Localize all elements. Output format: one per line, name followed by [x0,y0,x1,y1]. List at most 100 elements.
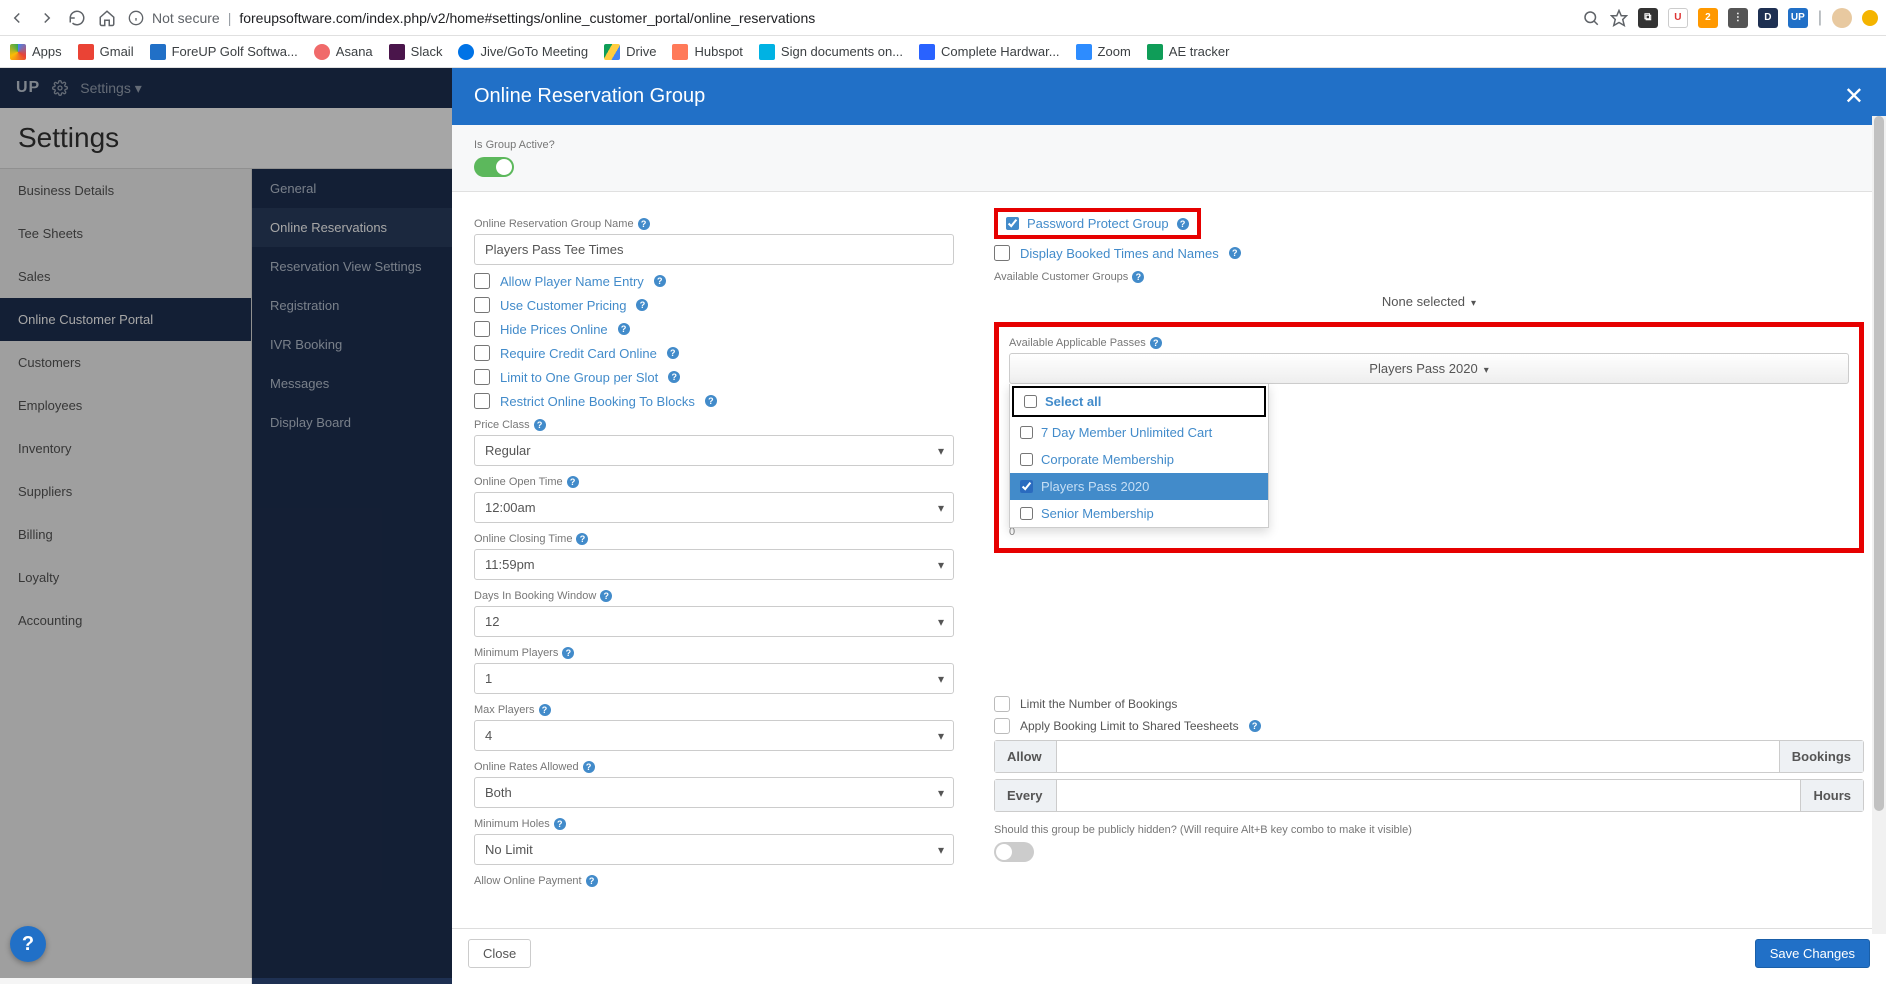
back-icon[interactable] [8,9,26,27]
bm-asana[interactable]: Asana [314,44,373,60]
cb-restrict-blocks[interactable] [474,393,490,409]
nav-employees[interactable]: Employees [0,384,251,427]
nav-tee-sheets[interactable]: Tee Sheets [0,212,251,255]
nav-business-details[interactable]: Business Details [0,169,251,212]
days-booking-select[interactable] [474,606,954,637]
help-icon[interactable]: ? [638,218,650,230]
is-active-toggle[interactable] [474,157,514,177]
sub-display-board[interactable]: Display Board [252,403,452,442]
sub-registration[interactable]: Registration [252,286,452,325]
help-bubble[interactable]: ? [10,926,46,962]
help-icon[interactable]: ? [654,275,666,287]
lbl-hide-prices[interactable]: Hide Prices Online [500,322,608,337]
help-icon[interactable]: ? [562,647,574,659]
help-icon[interactable]: ? [1150,337,1162,349]
bm-zoom[interactable]: Zoom [1076,44,1131,60]
lbl-restrict-blocks[interactable]: Restrict Online Booking To Blocks [500,394,695,409]
pass-option-2[interactable]: Players Pass 2020 [1010,473,1268,500]
online-rates-select[interactable] [474,777,954,808]
pass-option-3[interactable]: Senior Membership [1010,500,1268,527]
nav-sales[interactable]: Sales [0,255,251,298]
ext-icon-2[interactable]: U [1668,8,1688,28]
open-time-select[interactable] [474,492,954,523]
cb-password-protect[interactable] [1006,217,1019,230]
lbl-display-booked[interactable]: Display Booked Times and Names [1020,246,1219,261]
close-button[interactable]: Close [468,939,531,968]
sub-ivr[interactable]: IVR Booking [252,325,452,364]
help-icon[interactable]: ? [567,476,579,488]
sub-online-res[interactable]: Online Reservations [252,208,452,247]
top-settings-link[interactable]: Settings ▾ [80,80,142,97]
hidden-toggle[interactable] [994,842,1034,862]
min-holes-select[interactable] [474,834,954,865]
ext-icon-5[interactable]: D [1758,8,1778,28]
cb-display-booked[interactable] [994,245,1010,261]
help-icon[interactable]: ? [667,347,679,359]
bm-gmail[interactable]: Gmail [78,44,134,60]
lbl-customer-pricing[interactable]: Use Customer Pricing [500,298,626,313]
forward-icon[interactable] [38,9,56,27]
sub-res-view[interactable]: Reservation View Settings [252,247,452,286]
pass-option-select-all[interactable]: Select all [1012,386,1266,417]
search-icon[interactable] [1582,9,1600,27]
ext-icon-1[interactable]: ⧉ [1638,8,1658,28]
bm-hubspot[interactable]: Hubspot [672,44,742,60]
profile-dot[interactable] [1862,10,1878,26]
help-icon[interactable]: ? [586,875,598,887]
gear-icon[interactable] [52,80,68,96]
url-bar[interactable]: Not secure | foreupsoftware.com/index.ph… [128,10,1570,26]
cb-limit-one[interactable] [474,369,490,385]
avail-passes-dropdown[interactable]: Players Pass 2020▾ [1009,353,1849,384]
nav-billing[interactable]: Billing [0,513,251,556]
logo[interactable]: UP [16,79,40,97]
help-icon[interactable]: ? [554,818,566,830]
help-icon[interactable]: ? [576,533,588,545]
help-icon[interactable]: ? [1229,247,1241,259]
help-icon[interactable]: ? [636,299,648,311]
max-players-select[interactable] [474,720,954,751]
nav-accounting[interactable]: Accounting [0,599,251,642]
bm-slack[interactable]: Slack [389,44,443,60]
help-icon[interactable]: ? [705,395,717,407]
home-icon[interactable] [98,9,116,27]
help-icon[interactable]: ? [600,590,612,602]
pass-option-1[interactable]: Corporate Membership [1010,446,1268,473]
star-icon[interactable] [1610,9,1628,27]
ext-icon-3[interactable]: 2 [1698,8,1718,28]
bm-jive[interactable]: Jive/GoTo Meeting [458,44,588,60]
help-icon[interactable]: ? [618,323,630,335]
reload-icon[interactable] [68,9,86,27]
ext-icon-6[interactable]: UP [1788,8,1808,28]
help-icon[interactable]: ? [1249,720,1261,732]
min-players-select[interactable] [474,663,954,694]
nav-suppliers[interactable]: Suppliers [0,470,251,513]
nav-customers[interactable]: Customers [0,341,251,384]
bm-ae[interactable]: AE tracker [1147,44,1230,60]
lbl-limit-one[interactable]: Limit to One Group per Slot [500,370,658,385]
bm-hw[interactable]: Complete Hardwar... [919,44,1060,60]
close-time-select[interactable] [474,549,954,580]
save-button[interactable]: Save Changes [1755,939,1870,968]
scrollbar[interactable] [1872,116,1886,934]
help-icon[interactable]: ? [1177,218,1189,230]
cb-hide-prices[interactable] [474,321,490,337]
bm-foreup[interactable]: ForeUP Golf Softwa... [150,44,298,60]
help-icon[interactable]: ? [534,419,546,431]
bm-sign[interactable]: Sign documents on... [759,44,903,60]
sub-messages[interactable]: Messages [252,364,452,403]
nav-online-portal[interactable]: Online Customer Portal [0,298,251,341]
help-icon[interactable]: ? [583,761,595,773]
group-name-input[interactable] [474,234,954,265]
nav-inventory[interactable]: Inventory [0,427,251,470]
help-icon[interactable]: ? [1132,271,1144,283]
lbl-allow-player[interactable]: Allow Player Name Entry [500,274,644,289]
lbl-require-cc[interactable]: Require Credit Card Online [500,346,657,361]
avatar-icon[interactable] [1832,8,1852,28]
ext-icon-4[interactable]: ⋮ [1728,8,1748,28]
help-icon[interactable]: ? [668,371,680,383]
cb-allow-player[interactable] [474,273,490,289]
cb-apply-limit[interactable] [994,718,1010,734]
cb-require-cc[interactable] [474,345,490,361]
bm-apps[interactable]: Apps [10,44,62,60]
cb-customer-pricing[interactable] [474,297,490,313]
